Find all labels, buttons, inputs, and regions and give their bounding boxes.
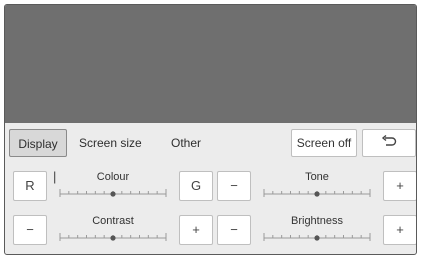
contrast-control: − Contrast + <box>13 215 213 247</box>
tone-decrease-button[interactable]: − <box>217 171 251 201</box>
colour-green-button[interactable]: G <box>179 171 213 201</box>
contrast-slider[interactable] <box>59 233 167 241</box>
minus-icon: − <box>230 222 238 237</box>
brightness-increase-button[interactable]: + <box>383 215 416 245</box>
brightness-label: Brightness <box>291 215 343 227</box>
screen-off-button[interactable]: Screen off <box>291 129 357 157</box>
contrast-increase-button[interactable]: + <box>179 215 213 245</box>
plus-icon: + <box>396 222 404 237</box>
slider-knob <box>110 191 116 197</box>
tab-display[interactable]: Display <box>9 129 67 157</box>
brightness-slider[interactable] <box>263 233 371 241</box>
colour-label: Colour <box>96 171 130 183</box>
preview-area <box>5 5 416 123</box>
tone-control: − Tone + <box>217 171 416 203</box>
colour-green-label: G <box>190 178 202 193</box>
colour-slider[interactable] <box>59 189 167 197</box>
back-button[interactable] <box>362 129 416 157</box>
back-arrow-icon <box>381 133 397 150</box>
minus-icon: − <box>26 222 34 237</box>
plus-icon: + <box>396 178 404 193</box>
contrast-label: Contrast <box>92 215 134 227</box>
brightness-control: − Brightness + <box>217 215 416 247</box>
colour-red-button[interactable]: R <box>13 171 47 201</box>
slider-knob <box>314 235 320 241</box>
minus-icon: − <box>230 178 238 193</box>
tone-label: Tone <box>305 171 329 183</box>
colour-red-label: R <box>25 178 35 193</box>
tab-other[interactable]: Other <box>171 129 201 157</box>
slider-knob <box>314 191 320 197</box>
contrast-decrease-button[interactable]: − <box>13 215 47 245</box>
plus-icon: + <box>192 222 200 237</box>
brightness-decrease-button[interactable]: − <box>217 215 251 245</box>
tone-slider[interactable] <box>263 189 371 197</box>
display-settings-panel: Display Screen size Other Screen off R |… <box>4 4 417 255</box>
tone-increase-button[interactable]: + <box>383 171 416 201</box>
tab-screen-size[interactable]: Screen size <box>79 129 142 157</box>
slider-knob <box>110 235 116 241</box>
colour-control: R | Colour | G <box>13 169 213 203</box>
